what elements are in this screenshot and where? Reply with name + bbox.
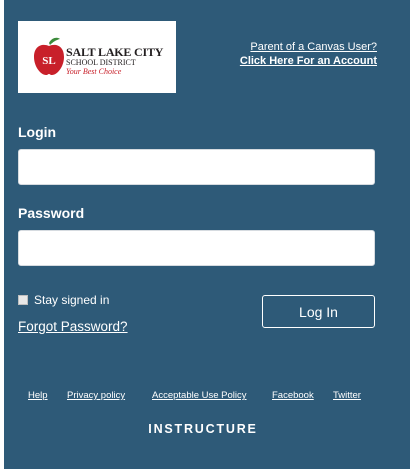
svg-text:SL: SL xyxy=(42,55,55,67)
login-label: Login xyxy=(18,124,57,140)
login-panel: SL SALT LAKE CITY SCHOOL DISTRICT Your B… xyxy=(4,0,410,469)
parent-link-line-1: Parent of a Canvas User? xyxy=(250,41,377,53)
forgot-password-link[interactable]: Forgot Password? xyxy=(18,319,128,334)
log-in-button[interactable]: Log In xyxy=(262,295,375,328)
stay-signed-in-label: Stay signed in xyxy=(34,293,110,307)
instructure-brand: INSTRUCTURE xyxy=(148,422,258,436)
stay-signed-in[interactable]: Stay signed in xyxy=(18,293,109,307)
logo-line-2: SCHOOL DISTRICT xyxy=(66,58,136,67)
district-logo: SL SALT LAKE CITY SCHOOL DISTRICT Your B… xyxy=(18,21,176,93)
footer-link-facebook[interactable]: Facebook xyxy=(272,390,314,401)
footer-link-help[interactable]: Help xyxy=(28,390,48,401)
footer-link-privacy[interactable]: Privacy policy xyxy=(67,390,125,401)
apple-logo-icon: SL xyxy=(34,37,64,75)
logo-line-1: SALT LAKE CITY xyxy=(66,45,164,59)
parent-link-line-2: Click Here For an Account xyxy=(239,55,377,67)
stay-signed-in-checkbox[interactable] xyxy=(18,295,28,305)
password-input[interactable] xyxy=(18,230,375,266)
logo-line-3: Your Best Choice xyxy=(66,67,122,76)
footer-link-acceptable-use[interactable]: Acceptable Use Policy xyxy=(152,390,247,401)
parent-account-link[interactable]: Parent of a Canvas User? Click Here For … xyxy=(240,40,377,68)
password-label: Password xyxy=(18,205,85,221)
footer-link-twitter[interactable]: Twitter xyxy=(333,390,361,401)
logo-text: SALT LAKE CITY SCHOOL DISTRICT Your Best… xyxy=(66,46,163,76)
login-input[interactable] xyxy=(18,149,375,185)
